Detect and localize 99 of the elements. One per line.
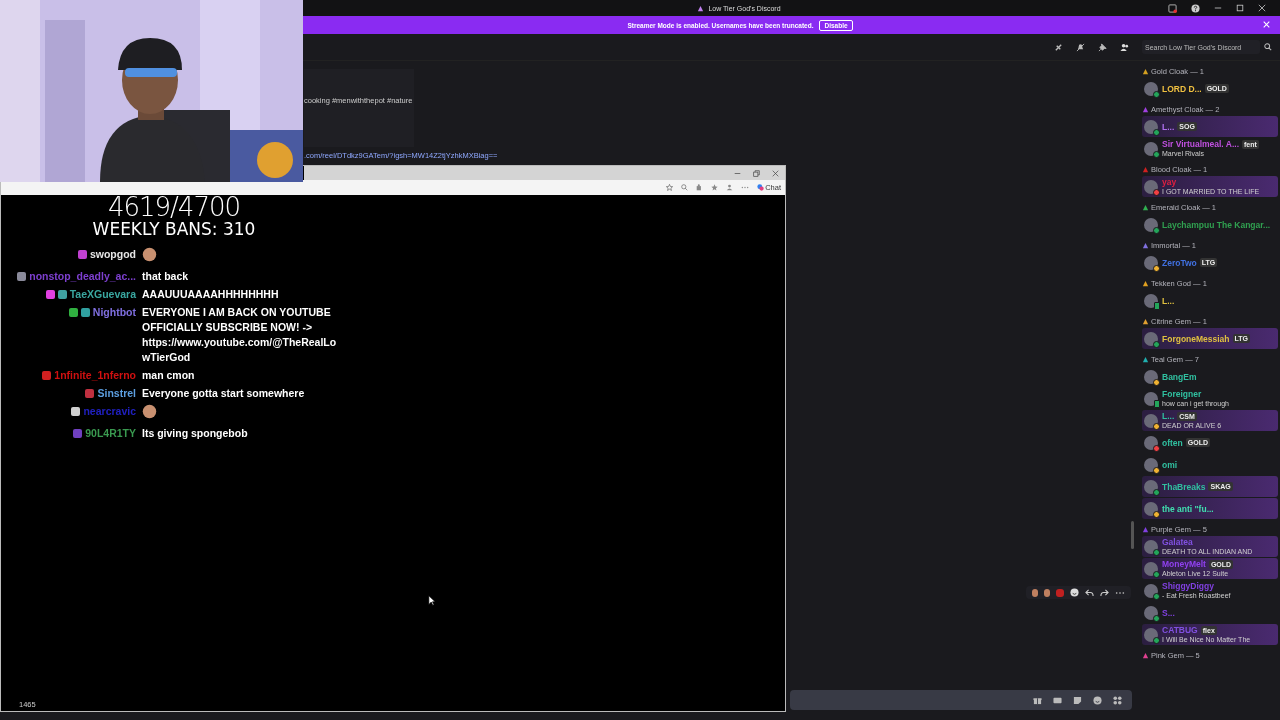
minimize-icon[interactable] (1214, 4, 1222, 12)
gift-icon[interactable] (1033, 695, 1042, 705)
role-icon (1142, 204, 1149, 211)
emoji-icon[interactable] (1070, 588, 1079, 597)
member-name: Sir Virtualmeal. A... (1162, 139, 1239, 149)
chat-message: AAAUUUAAAAHHHHHHHH (142, 287, 280, 302)
role-icon (1142, 652, 1149, 659)
apps-icon[interactable] (1113, 695, 1122, 705)
member-name: S... (1162, 607, 1175, 618)
chat-message: Everyone gotta start somewhere (142, 386, 306, 401)
member-item[interactable]: L... (1142, 290, 1278, 311)
chat-username: nearcravic (83, 404, 136, 419)
pin-icon[interactable] (1098, 42, 1107, 52)
sticker-icon[interactable] (1073, 695, 1082, 705)
role-icon (1142, 526, 1149, 533)
chat-message: that back (142, 269, 190, 284)
role-icon (1142, 280, 1149, 287)
status-dot (1153, 466, 1160, 474)
member-name: Laychampuu The Kangar... (1162, 219, 1271, 230)
member-name: ZeroTwo (1162, 257, 1197, 268)
emote-icon (142, 404, 157, 419)
role-icon (1142, 242, 1149, 249)
member-name: the anti "fu... (1162, 503, 1214, 514)
scrollbar[interactable] (1131, 521, 1134, 549)
close-icon[interactable] (772, 169, 779, 177)
member-item[interactable]: omi (1142, 454, 1278, 475)
member-name: MoneyMelt (1162, 559, 1206, 569)
member-item[interactable]: Laychampuu The Kangar... (1142, 214, 1278, 235)
member-name: often (1162, 437, 1183, 448)
role-icon (1142, 356, 1149, 363)
status-dot (1153, 188, 1160, 196)
member-name: ShiggyDiggy (1162, 581, 1214, 591)
status-dot (1153, 150, 1160, 158)
status-dot (1153, 378, 1160, 386)
role-icon (1142, 68, 1149, 75)
search-icon[interactable] (1264, 43, 1272, 51)
inbox-icon[interactable] (1168, 3, 1177, 13)
extension-icon[interactable] (696, 184, 704, 191)
role-icon (1142, 318, 1149, 325)
status-dot (1153, 340, 1160, 348)
member-name: CATBUG (1162, 625, 1198, 635)
member-item[interactable]: the anti "fu... (1142, 498, 1278, 519)
status-dot (1153, 90, 1160, 98)
member-name: Foreigner (1162, 389, 1202, 399)
maximize-icon[interactable] (1236, 4, 1244, 12)
favorites-icon[interactable] (711, 184, 719, 191)
member-item[interactable]: BangEm (1142, 366, 1278, 387)
status-dot (1153, 510, 1160, 518)
status-dot (1153, 264, 1160, 272)
server-icon (697, 4, 705, 12)
status-dot (1153, 570, 1160, 578)
member-name: ForgoneMessiah (1162, 333, 1230, 344)
help-icon[interactable] (1191, 3, 1200, 13)
member-name: L... (1162, 411, 1175, 421)
status-dot (1153, 226, 1160, 234)
status-dot (1153, 636, 1160, 644)
chat-username: 1nfinite_1nferno (54, 368, 136, 383)
member-name: Galatea (1162, 537, 1193, 547)
status-dot (1153, 422, 1160, 430)
weekly-bans-text: WEEKLY BANS: 310 (91, 219, 257, 239)
message-input[interactable] (790, 690, 1132, 710)
chat-username: nonstop_deadly_ac... (29, 269, 136, 284)
chat-username: Sinstrel (97, 386, 136, 401)
more-icon[interactable] (741, 186, 750, 189)
member-name: BangEm (1162, 371, 1197, 382)
chat-username: Nightbot (92, 305, 136, 320)
bell-muted-icon[interactable] (1076, 42, 1085, 52)
restore-icon[interactable] (753, 169, 760, 177)
status-dot (1153, 444, 1160, 452)
chat-username: swopgod (89, 247, 136, 262)
reply-icon[interactable] (1085, 588, 1094, 597)
zoom-icon[interactable] (681, 184, 689, 191)
members-icon[interactable] (1120, 42, 1129, 52)
chat-username: TaeXGuevara (69, 287, 136, 302)
ban-counter: 4619/4700 (106, 195, 242, 219)
member-name: yay (1162, 177, 1177, 187)
chat-message: Its giving spongebob (142, 426, 249, 441)
status-dot (1153, 592, 1160, 600)
star-icon[interactable] (666, 184, 674, 191)
emoji-icon[interactable] (1093, 695, 1102, 705)
member-name: LORD D... (1162, 83, 1202, 94)
status-dot (1153, 548, 1160, 556)
forward-icon[interactable] (1100, 588, 1109, 597)
status-dot (1153, 614, 1160, 622)
more-icon[interactable] (1115, 590, 1125, 595)
member-name: omi (1162, 459, 1178, 470)
member-name: L... (1162, 295, 1175, 306)
role-icon (1142, 106, 1149, 113)
cursor-icon (428, 595, 436, 606)
emote-icon (142, 247, 157, 262)
member-name: L... (1162, 121, 1175, 132)
status-dot (1153, 488, 1160, 496)
circles-icon (757, 184, 765, 191)
status-dot (1153, 128, 1160, 136)
role-icon (1142, 166, 1149, 173)
member-name: ThaBreaks (1162, 481, 1206, 492)
chat-username: 90L4R1TY (85, 426, 136, 441)
profile-icon[interactable] (726, 184, 734, 191)
chat-message: man cmon (142, 368, 196, 383)
